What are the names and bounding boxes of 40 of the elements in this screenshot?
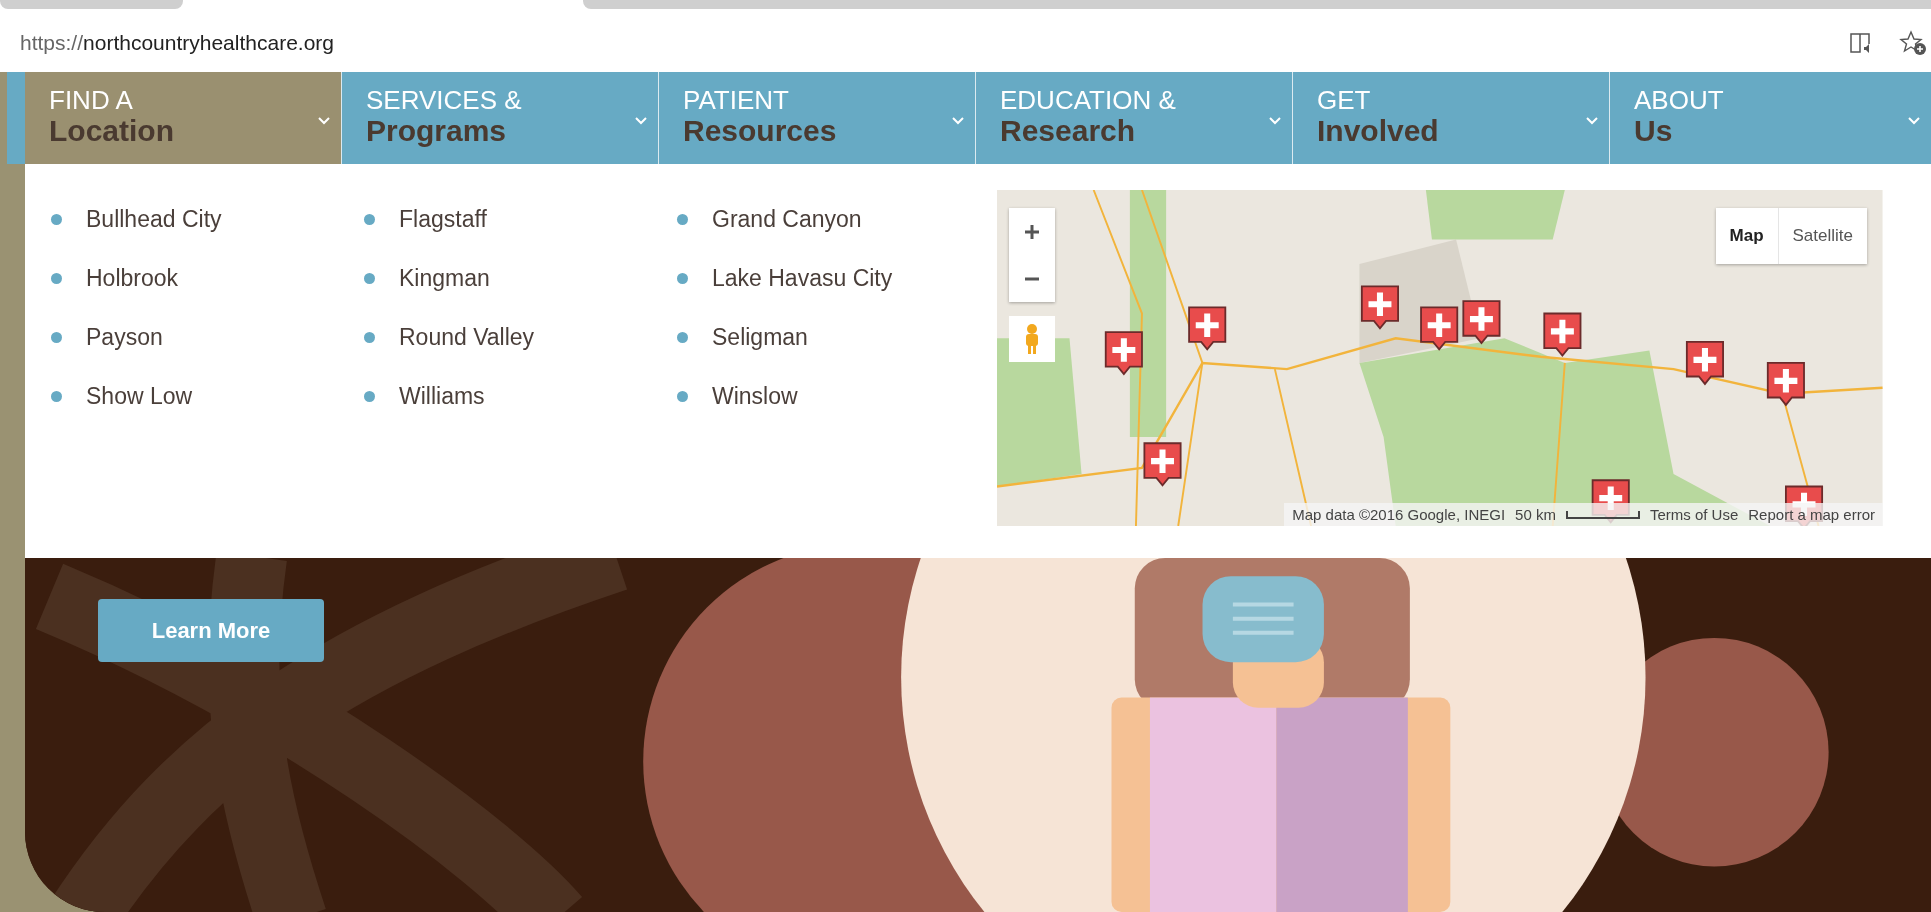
bullet-icon [364,332,375,343]
chevron-down-icon [951,116,965,125]
bullet-icon [51,391,62,402]
bullet-icon [51,214,62,225]
location-link[interactable]: Grand Canyon [712,206,862,233]
map-attribution: Map data ©2016 Google, INEGI [1292,506,1506,523]
bullet-icon [677,214,688,225]
chevron-down-icon [1907,116,1921,125]
bullet-icon [364,391,375,402]
location-link[interactable]: Winslow [712,383,798,410]
location-link[interactable]: Bullhead City [86,206,222,233]
chevron-down-icon [317,116,331,125]
chevron-down-icon [634,116,648,125]
zoom-in-icon[interactable] [1024,223,1041,240]
map-scale: 50 km [1515,506,1556,523]
chevron-down-icon [1585,116,1599,125]
bullet-icon [51,332,62,343]
location-link[interactable]: Flagstaff [399,206,487,233]
scale-bar-icon [1565,510,1640,519]
bullet-icon [51,273,62,284]
bullet-icon [364,214,375,225]
location-link[interactable]: Show Low [86,383,193,410]
terms-link[interactable]: Terms of Use [1649,506,1739,523]
location-link[interactable]: Williams [399,383,485,410]
map-type-button[interactable]: Satellite [1778,208,1867,264]
location-link[interactable]: Seligman [712,324,808,351]
bullet-icon [677,332,688,343]
bullet-icon [677,391,688,402]
add-favorite-icon[interactable] [1899,30,1927,56]
location-link[interactable]: Holbrook [86,265,179,292]
report-link[interactable]: Report a map error [1748,506,1875,523]
bullet-icon [677,273,688,284]
map-type-button[interactable]: Map [1715,208,1779,264]
location-link[interactable]: Payson [86,324,163,351]
location-link[interactable]: Round Valley [399,324,535,351]
url-text[interactable]: https://northcountryhealthcare.org [20,31,335,55]
chevron-down-icon [1268,116,1282,125]
location-link[interactable]: Lake Havasu City [712,265,893,292]
location-link[interactable]: Kingman [399,265,490,292]
bullet-icon [364,273,375,284]
